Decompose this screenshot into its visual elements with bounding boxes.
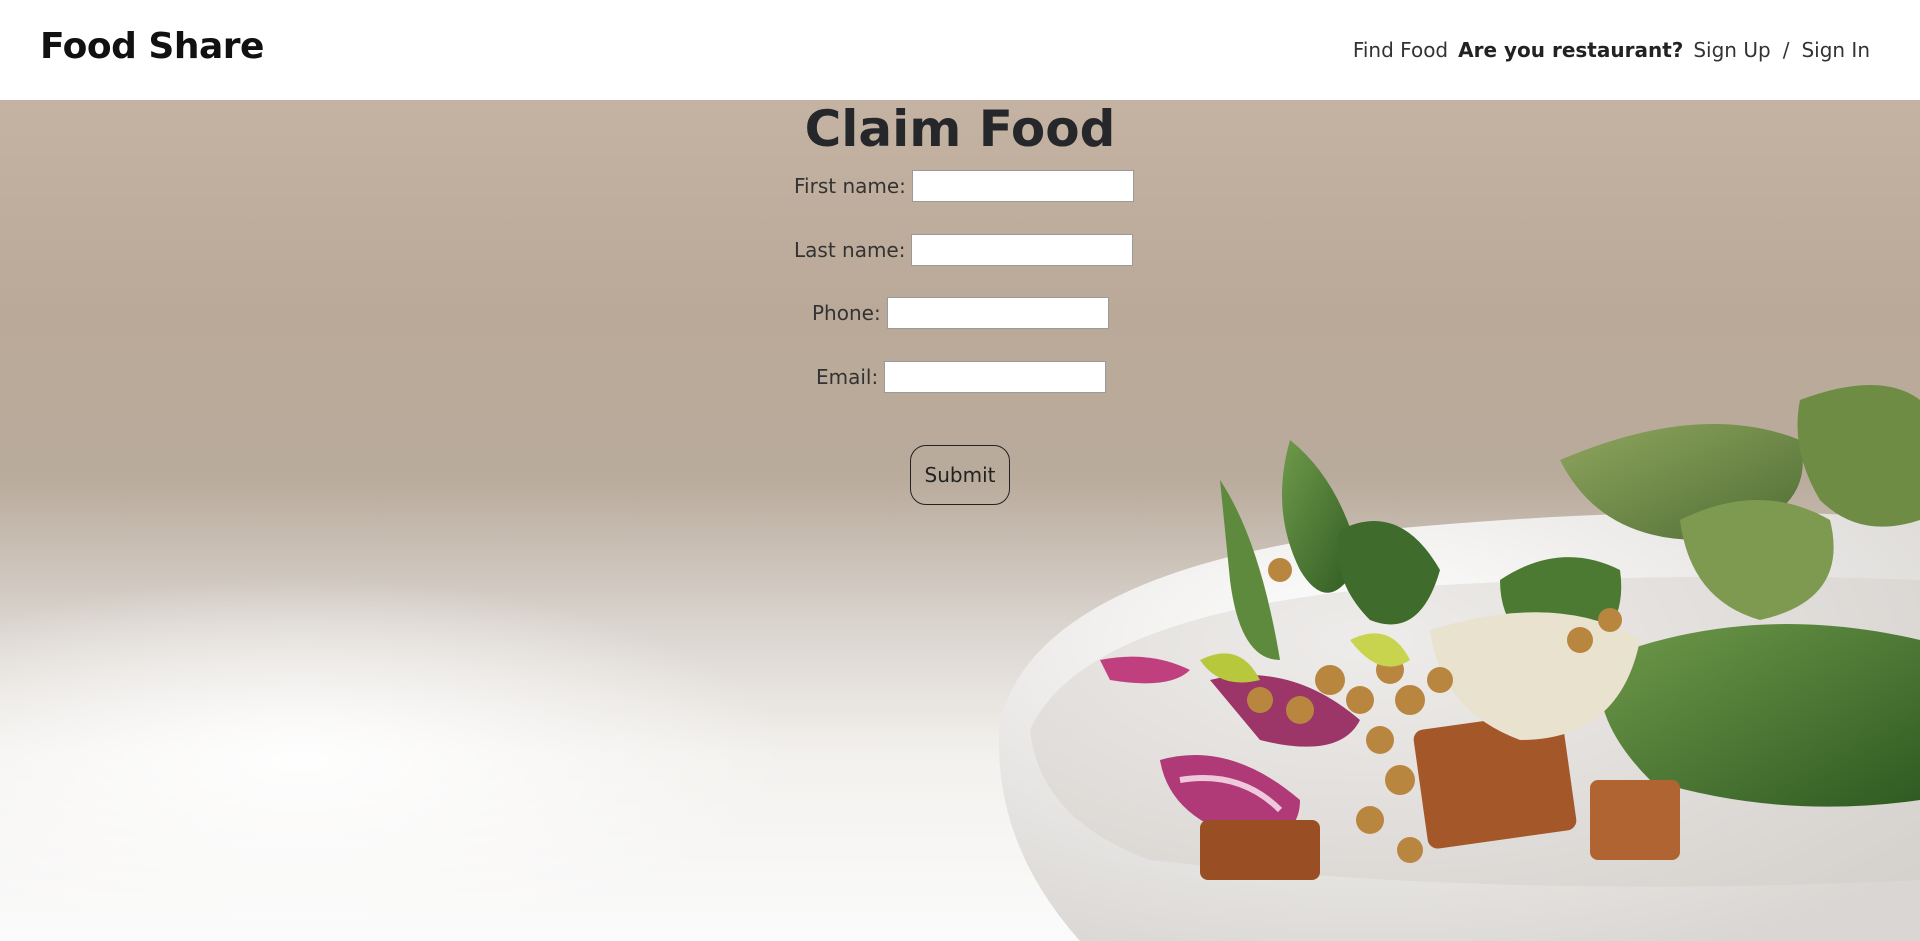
nav-sign-up-link[interactable]: Sign Up <box>1693 38 1770 62</box>
nav-links: Find Food Are you restaurant? Sign Up / … <box>1353 38 1870 62</box>
last-name-input[interactable] <box>911 234 1134 266</box>
email-row: Email: <box>816 361 1107 393</box>
brand-logo[interactable]: Food Share <box>40 26 264 67</box>
last-name-label: Last name: <box>794 238 906 262</box>
nav-restaurant-prompt: Are you restaurant? <box>1458 38 1684 62</box>
phone-label: Phone: <box>812 301 881 325</box>
nav-separator: / <box>1782 38 1790 62</box>
first-name-input[interactable] <box>911 170 1134 202</box>
last-name-row: Last name: <box>794 234 1134 266</box>
page-title: Claim Food <box>804 100 1116 158</box>
email-input[interactable] <box>884 361 1107 393</box>
phone-row: Phone: <box>812 297 1109 329</box>
phone-input[interactable] <box>886 297 1109 329</box>
hero-background <box>0 100 1920 941</box>
submit-button[interactable]: Submit <box>910 445 1010 505</box>
salad-bowl-image <box>999 385 1920 941</box>
nav-find-food-link[interactable]: Find Food <box>1353 38 1448 62</box>
first-name-label: First name: <box>794 174 906 198</box>
top-navbar: Food Share Find Food Are you restaurant?… <box>0 0 1920 100</box>
email-label: Email: <box>816 365 879 389</box>
first-name-row: First name: <box>794 170 1134 202</box>
nav-sign-in-link[interactable]: Sign In <box>1801 38 1870 62</box>
